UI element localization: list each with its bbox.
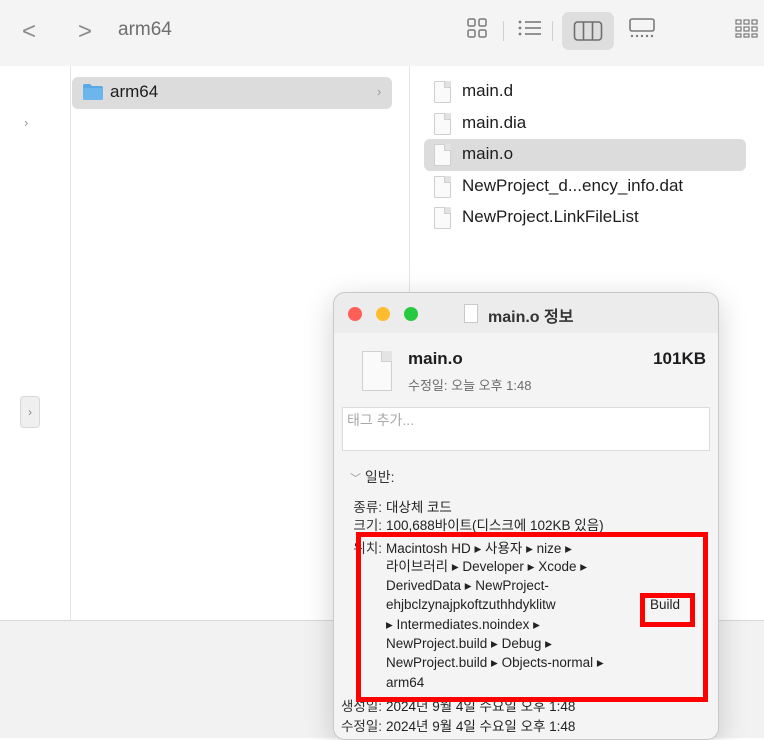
folder-label: arm64: [110, 82, 159, 101]
file-name: main.o: [462, 144, 514, 163]
document-icon: [434, 81, 451, 103]
document-icon: [464, 304, 478, 323]
column-view-icon: [573, 21, 603, 41]
chevron-right-icon: ›: [24, 115, 29, 130]
info-window-title: main.o 정보: [488, 309, 574, 326]
group-button[interactable]: [734, 17, 760, 44]
document-icon: [434, 207, 451, 229]
gallery-view-icon: [629, 18, 655, 38]
general-section-toggle[interactable]: ﹀ 일반:: [350, 467, 395, 487]
scroll-arrow-button[interactable]: ›: [20, 396, 40, 428]
build-highlight-box: [640, 593, 695, 627]
chevron-right-icon: ›: [377, 84, 382, 99]
chevron-down-icon: ﹀: [350, 473, 361, 485]
forward-button[interactable]: >: [78, 18, 92, 46]
info-modified: 수정일: 오늘 오후 1:48: [408, 378, 532, 393]
file-row[interactable]: NewProject.LinkFileList: [424, 202, 746, 234]
file-row[interactable]: NewProject_d...ency_info.dat: [424, 171, 746, 203]
file-row-selected[interactable]: main.o: [424, 139, 746, 171]
section-label: 일반:: [364, 469, 395, 485]
tag-input[interactable]: 태그 추가...: [342, 407, 710, 451]
modified-value: 2024년 9월 4일 수요일 오후 1:48: [386, 719, 576, 734]
file-row[interactable]: main.dia: [424, 108, 746, 140]
info-file-size: 101KB: [653, 349, 706, 368]
toolbar-divider: [503, 21, 504, 41]
grid-icon: [467, 18, 487, 38]
file-name: NewProject.LinkFileList: [462, 207, 639, 226]
minimize-window-button[interactable]: [376, 307, 390, 321]
file-row[interactable]: main.d: [424, 76, 746, 108]
file-name: main.d: [462, 81, 514, 100]
icon-view-button[interactable]: [466, 17, 488, 44]
document-icon: [434, 144, 451, 166]
close-window-button[interactable]: [348, 307, 362, 321]
group-icon: [735, 19, 758, 38]
list-view-icon: [518, 20, 541, 36]
file-name: NewProject_d...ency_info.dat: [462, 176, 684, 195]
zoom-window-button[interactable]: [404, 307, 418, 321]
toolbar-divider: [552, 21, 553, 41]
column-divider[interactable]: [70, 66, 71, 620]
window-title: arm64: [118, 19, 172, 40]
folder-icon: [83, 84, 103, 100]
kind-value: 대상체 코드: [386, 500, 452, 515]
list-view-button[interactable]: [517, 17, 543, 44]
document-icon: [434, 113, 451, 135]
kind-label: 종류:: [353, 500, 382, 515]
document-icon: [434, 176, 451, 198]
column-view-button[interactable]: [562, 12, 614, 50]
info-file-name: main.o: [408, 349, 463, 368]
gallery-view-button[interactable]: [628, 17, 656, 44]
back-button[interactable]: <: [22, 18, 36, 46]
finder-toolbar: < > arm64: [0, 0, 764, 66]
file-name: main.dia: [462, 113, 527, 132]
modified-label: 수정일:: [340, 719, 382, 734]
file-preview-icon: [362, 351, 392, 391]
